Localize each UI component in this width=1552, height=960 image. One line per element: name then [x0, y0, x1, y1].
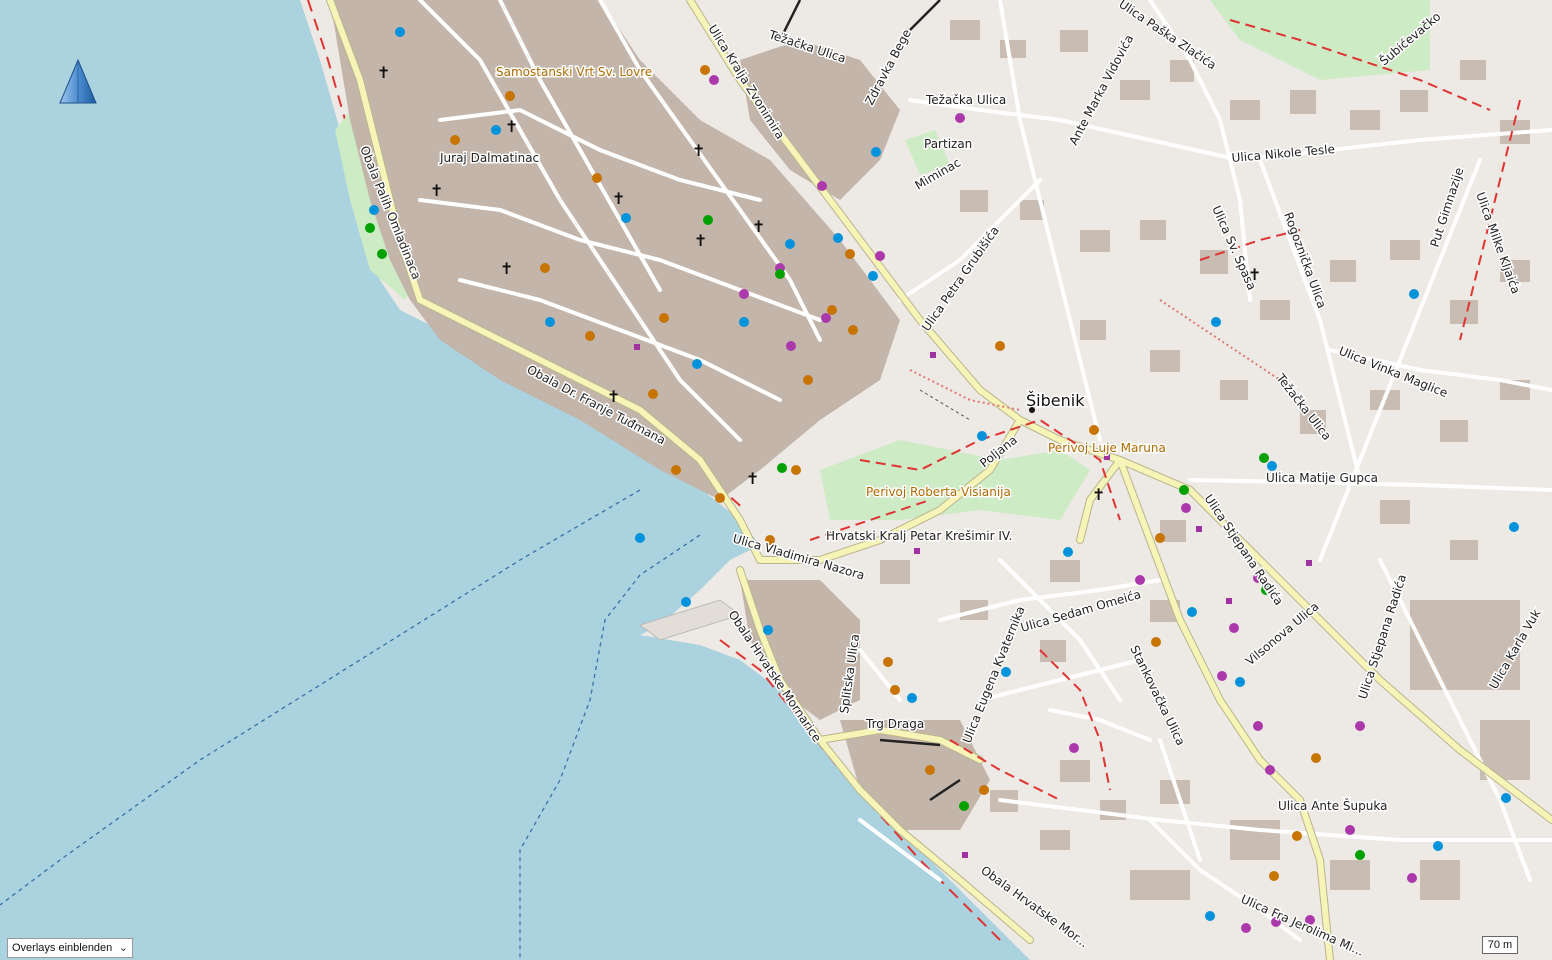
- svg-text:✝: ✝: [612, 189, 625, 208]
- north-arrow-icon[interactable]: [56, 58, 100, 106]
- label-samostanski-vrt: Samostanski Vrt Sv. Lovre: [496, 65, 652, 79]
- label-partizan: Partizan: [924, 137, 972, 151]
- overlays-dropdown[interactable]: Overlays einblenden ⌄: [7, 938, 133, 958]
- label-matije-gupca: Ulica Matije Gupca: [1266, 471, 1378, 485]
- city-marker: [1029, 407, 1035, 413]
- map-canvas[interactable]: ✝✝✝ ✝ ✝✝✝✝ ✝✝✝✝ Obala Palih Omladinaca Ob…: [0, 0, 1552, 960]
- svg-text:✝: ✝: [1092, 485, 1105, 504]
- svg-text:✝: ✝: [377, 63, 390, 82]
- label-perivoj-roberta: Perivoj Roberta Visianija: [866, 485, 1011, 499]
- svg-text:✝: ✝: [505, 117, 518, 136]
- city-label-sibenik: Šibenik: [1026, 391, 1085, 410]
- label-perivoj-luje: Perivoj Luje Maruna: [1048, 441, 1166, 455]
- label-ante-supuka: Ulica Ante Šupuka: [1278, 798, 1387, 813]
- svg-text:✝: ✝: [694, 231, 707, 250]
- svg-text:✝: ✝: [752, 217, 765, 236]
- label-trg-draga: Trg Draga: [865, 717, 924, 731]
- svg-text:✝: ✝: [746, 469, 759, 488]
- svg-text:✝: ✝: [430, 181, 443, 200]
- label-tezacka-mid: Težačka Ulica: [925, 93, 1006, 107]
- chevron-down-icon: ⌄: [118, 942, 128, 954]
- overlays-dropdown-label: Overlays einblenden: [12, 942, 113, 954]
- scale-bar: 70 m: [1482, 936, 1518, 954]
- label-juraj-dalmatinac: Juraj Dalmatinac: [439, 151, 539, 165]
- label-hrvatski-kralj: Hrvatski Kralj Petar Krešimir IV.: [826, 529, 1012, 543]
- scale-bar-label: 70 m: [1487, 939, 1513, 951]
- svg-text:✝: ✝: [500, 259, 513, 278]
- svg-text:✝: ✝: [692, 141, 705, 160]
